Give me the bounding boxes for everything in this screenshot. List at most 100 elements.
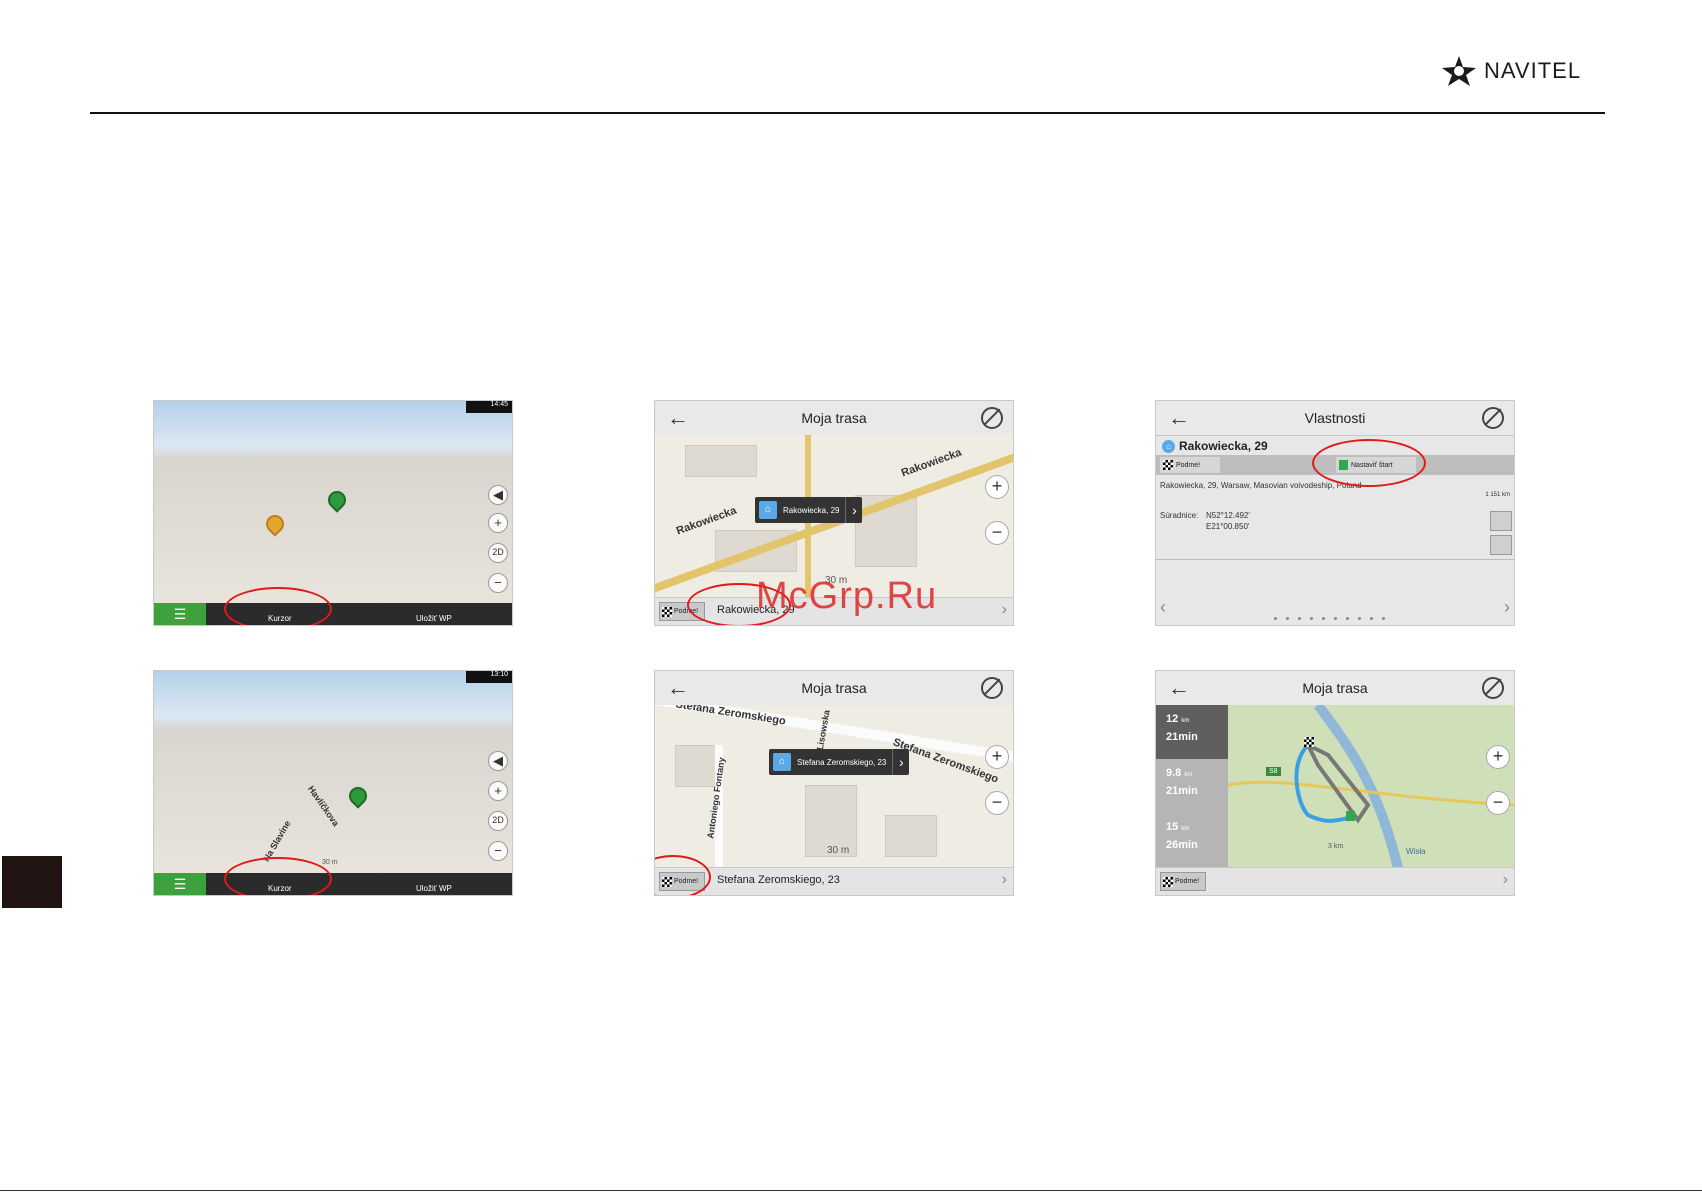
navitel-star-icon (1442, 56, 1476, 86)
scale-label: 3 km (1328, 843, 1344, 850)
route-map[interactable]: S8 Wisła 3 km + − (1228, 705, 1514, 868)
zoom-out-button[interactable]: − (1486, 791, 1510, 815)
checkered-flag-icon (1163, 876, 1173, 887)
chevron-right-icon[interactable]: › (892, 749, 909, 775)
callout-label: Rakowiecka, 29 (783, 505, 840, 515)
callout-label: Stefana Zeromskiego, 23 (797, 757, 887, 767)
map-2d[interactable]: Stefana Zeromskiego Stefana Zeromskiego … (655, 705, 1013, 868)
zoom-in-button[interactable]: + (488, 513, 508, 533)
building (675, 745, 717, 787)
chevron-right-icon[interactable]: › (1503, 871, 1508, 889)
longitude: E21°00.850' (1206, 522, 1250, 531)
screenshot-map-cursor-2: 13:10 Na Slavíne Havlíčkova ◀ + 2D − 30 … (153, 670, 513, 896)
header-rule (90, 112, 1605, 114)
navitel-logo: NAVITEL (1440, 54, 1581, 88)
chevron-right-icon[interactable]: › (845, 497, 862, 523)
sound-icon[interactable]: ◀ (488, 485, 508, 505)
checkered-flag-icon (662, 606, 672, 617)
full-address: Rakowiecka, 29, Warsaw, Masovian voivode… (1160, 481, 1362, 490)
latitude: N52°12.492' (1206, 511, 1250, 520)
route-option[interactable]: 15 km 26min (1156, 813, 1228, 867)
view-2d-button[interactable]: 2D (488, 811, 508, 831)
header: ← Moja trasa (655, 401, 1013, 436)
route-lines (1228, 705, 1514, 868)
chevron-right-icon[interactable]: › (1002, 871, 1007, 889)
screen-title: Moja trasa (801, 680, 867, 696)
save-waypoint-button[interactable]: Uložiť WP (416, 884, 452, 893)
divider (1156, 559, 1514, 560)
go-label: Podme! (1175, 878, 1200, 885)
globe-icon[interactable] (1482, 677, 1504, 699)
header: ← Vlastnosti (1156, 401, 1514, 436)
route-icon[interactable] (1490, 511, 1512, 531)
map-2d[interactable]: Rakowiecka Rakowiecka ⌂ Rakowiecka, 29 ›… (655, 435, 1013, 598)
header: ← Moja trasa (1156, 671, 1514, 706)
route-time: 21min (1166, 731, 1198, 743)
place-name: Rakowiecka, 29 (1179, 439, 1268, 453)
page-indicator (1274, 617, 1385, 620)
building (685, 445, 757, 477)
watermark: McGrp.Ru (756, 575, 938, 617)
route-option[interactable]: 12 km 21min (1156, 705, 1228, 759)
road-badge: S8 (1266, 767, 1281, 776)
start-flag-icon (1346, 811, 1355, 821)
coords-label: Súradnice: (1160, 511, 1199, 520)
screen-title: Vlastnosti (1304, 410, 1366, 426)
route-distance: 15 km (1166, 821, 1190, 833)
map-3d[interactable] (154, 401, 512, 625)
clock: 14:45 (490, 401, 508, 408)
clock: 13:10 (490, 671, 508, 678)
zoom-out-button[interactable]: − (488, 841, 508, 861)
route-distance: 9.8 km (1166, 767, 1193, 779)
route-option[interactable]: 9.8 km 21min (1156, 759, 1228, 813)
zoom-out-button[interactable]: − (985, 791, 1009, 815)
menu-button[interactable]: ☰ (154, 603, 206, 625)
status-bar: 14:45 (466, 401, 512, 413)
go-button[interactable]: Podme! (1160, 872, 1206, 891)
zoom-in-button[interactable]: + (985, 475, 1009, 499)
zoom-out-button[interactable]: − (488, 573, 508, 593)
header: ← Moja trasa (655, 671, 1013, 706)
globe-icon[interactable] (981, 407, 1003, 429)
globe-icon[interactable] (1482, 407, 1504, 429)
river-label: Wisła (1406, 847, 1426, 856)
bottom-bar: ☰ Kurzor Uložiť WP (154, 603, 512, 625)
screenshot-route-2: ← Moja trasa Stefana Zeromskiego Stefana… (654, 670, 1014, 896)
highlight-ring (1312, 439, 1426, 487)
scale-label: 30 m (827, 845, 850, 856)
checkered-flag-icon (1163, 460, 1173, 470)
bottom-bar: ☰ Kurzor Uložiť WP (154, 873, 512, 895)
chevron-right-icon[interactable]: › (1002, 601, 1007, 619)
building (885, 815, 937, 857)
next-page-icon[interactable]: › (1504, 597, 1510, 618)
finish-flag-icon (1304, 737, 1314, 747)
footer-rule (0, 1190, 1702, 1191)
save-waypoint-button[interactable]: Uložiť WP (416, 614, 452, 623)
distance: 1 151 km (1485, 492, 1510, 498)
home-icon: ⌂ (1162, 439, 1175, 453)
navitel-logo-text: NAVITEL (1484, 58, 1582, 83)
prev-page-icon[interactable]: ‹ (1160, 597, 1166, 618)
location-callout[interactable]: ⌂ Rakowiecka, 29 › (755, 497, 863, 523)
go-button[interactable]: Podme! (1160, 457, 1220, 473)
route-list: 12 km 21min 9.8 km 21min 15 km 26min (1156, 705, 1228, 868)
zoom-in-button[interactable]: + (488, 781, 508, 801)
share-icon[interactable] (1490, 535, 1512, 555)
route-time: 21min (1166, 785, 1198, 797)
zoom-out-button[interactable]: − (985, 521, 1009, 545)
route-distance: 12 km (1166, 713, 1190, 725)
status-bar: 13:10 (466, 671, 512, 683)
go-label: Podme! (1176, 461, 1201, 469)
zoom-in-button[interactable]: + (1486, 745, 1510, 769)
menu-button[interactable]: ☰ (154, 873, 206, 895)
footer: Podme! › (1156, 867, 1514, 895)
address-label[interactable]: Stefana Zeromskiego, 23 (717, 874, 840, 886)
highlight-ring (224, 587, 332, 625)
screenshot-map-cursor-1: 14:45 ◀ + 2D − ☰ Kurzor Uložiť WP (153, 400, 513, 626)
globe-icon[interactable] (981, 677, 1003, 699)
screenshot-properties: ← Vlastnosti ⌂ Rakowiecka, 29 Podme! Nast… (1155, 400, 1515, 626)
zoom-in-button[interactable]: + (985, 745, 1009, 769)
location-callout[interactable]: ⌂ Stefana Zeromskiego, 23 › (769, 749, 910, 775)
view-2d-button[interactable]: 2D (488, 543, 508, 563)
sound-icon[interactable]: ◀ (488, 751, 508, 771)
